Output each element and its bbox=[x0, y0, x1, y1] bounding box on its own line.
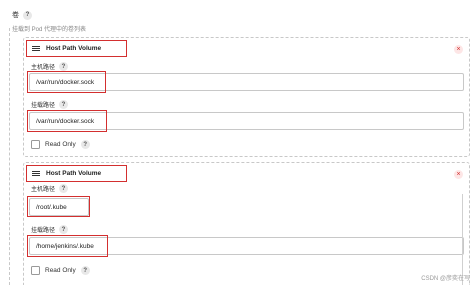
volume-type-label: Host Path Volume bbox=[46, 170, 102, 177]
drag-handle-icon[interactable] bbox=[32, 46, 40, 51]
help-icon[interactable]: ? bbox=[80, 266, 90, 275]
help-icon[interactable]: ? bbox=[59, 100, 69, 109]
help-icon[interactable]: ? bbox=[59, 184, 69, 193]
volumes-section-label: 卷 ? bbox=[12, 10, 32, 20]
help-icon[interactable]: ? bbox=[59, 225, 69, 234]
help-icon[interactable]: ? bbox=[80, 140, 90, 149]
read-only-label: Read Only bbox=[45, 141, 76, 148]
volume-card-2: Host Path Volume × 主机路径 ? /root/.kube 挂载… bbox=[23, 162, 470, 285]
mount-path-label: 挂载路径 ? bbox=[31, 100, 69, 109]
volumes-section-description: 挂载到 Pod 代理中的卷列表 bbox=[12, 27, 87, 33]
read-only-row: Read Only ? bbox=[31, 266, 90, 275]
delete-volume-icon[interactable]: × bbox=[454, 170, 463, 179]
volume-card-header[interactable]: Host Path Volume bbox=[26, 165, 127, 182]
mount-path-value: /var/run/docker.sock bbox=[36, 117, 95, 125]
host-path-label-text: 主机路径 bbox=[31, 187, 56, 193]
delete-volume-icon[interactable]: × bbox=[454, 45, 463, 54]
help-icon[interactable]: ? bbox=[59, 62, 69, 71]
mount-path-label-text: 挂载路径 bbox=[31, 103, 56, 109]
host-path-value: /root/.kube bbox=[36, 203, 67, 211]
volume-card-header[interactable]: Host Path Volume bbox=[26, 40, 127, 57]
host-path-input[interactable]: /root/.kube bbox=[29, 198, 89, 216]
drag-handle-icon[interactable] bbox=[32, 171, 40, 176]
read-only-row: Read Only ? bbox=[31, 140, 90, 149]
mount-path-label-text: 挂载路径 bbox=[31, 228, 56, 234]
help-icon[interactable]: ? bbox=[23, 10, 32, 20]
volume-type-label: Host Path Volume bbox=[46, 45, 102, 52]
mount-path-label: 挂载路径 ? bbox=[31, 225, 69, 234]
mount-path-value: /home/jenkins/.kube bbox=[36, 242, 94, 250]
mount-path-input[interactable]: /home/jenkins/.kube bbox=[29, 237, 464, 255]
volumes-label-text: 卷 bbox=[12, 12, 19, 19]
mount-path-input[interactable]: /var/run/docker.sock bbox=[29, 112, 464, 130]
host-path-input[interactable]: /var/run/docker.sock bbox=[29, 73, 464, 91]
read-only-checkbox[interactable] bbox=[31, 266, 40, 275]
read-only-label: Read Only bbox=[45, 267, 76, 274]
scrollbar-track[interactable] bbox=[462, 194, 463, 285]
host-path-label-text: 主机路径 bbox=[31, 65, 56, 71]
watermark-text: CSDN @彦奕在写 bbox=[421, 276, 470, 282]
read-only-checkbox[interactable] bbox=[31, 140, 40, 149]
host-path-label: 主机路径 ? bbox=[31, 62, 69, 71]
host-path-label: 主机路径 ? bbox=[31, 184, 69, 193]
volume-card-1: Host Path Volume × 主机路径 ? /var/run/docke… bbox=[23, 37, 470, 157]
host-path-value: /var/run/docker.sock bbox=[36, 78, 95, 86]
section-guide-line bbox=[9, 28, 10, 285]
